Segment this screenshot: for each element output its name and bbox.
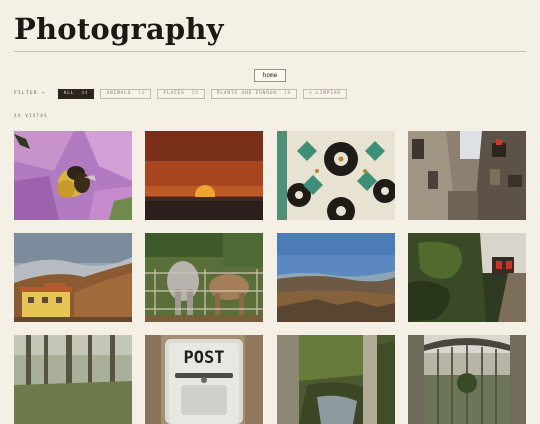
filter-chip-places[interactable]: PLACES 25 bbox=[157, 88, 205, 99]
filter-chip-all[interactable]: ALL 44 bbox=[57, 88, 95, 99]
donkeys-image bbox=[145, 233, 263, 322]
photo-forest-stream[interactable] bbox=[277, 335, 395, 424]
forest-stream-image bbox=[277, 335, 395, 424]
bee-flower-image bbox=[14, 131, 132, 220]
photo-blue-valley[interactable] bbox=[277, 233, 395, 322]
photo-bee-on-flower[interactable] bbox=[14, 131, 132, 220]
ivy-building-image bbox=[408, 233, 526, 322]
filter-chip-count: 44 bbox=[81, 91, 89, 96]
blue-valley-image bbox=[277, 233, 395, 322]
photo-gate-archway[interactable] bbox=[408, 335, 526, 424]
village-street-image bbox=[408, 131, 526, 220]
filter-label: FILTER → bbox=[14, 91, 46, 96]
photo-yellow-house[interactable] bbox=[14, 233, 132, 322]
post-mailbox-image: POST bbox=[145, 335, 263, 424]
photo-tile-mosaic[interactable] bbox=[277, 131, 395, 220]
filter-chip-animals[interactable]: ANIMALS 10 bbox=[100, 88, 152, 99]
tile-mosaic-image bbox=[277, 131, 395, 220]
filter-chip-label: PLANTS AND FUNGUS bbox=[216, 91, 277, 96]
photo-donkeys[interactable] bbox=[145, 233, 263, 322]
photo-ivy-building[interactable] bbox=[408, 233, 526, 322]
gallery-count: 44 VISTAS bbox=[14, 114, 48, 119]
title-divider bbox=[14, 51, 526, 52]
filter-chip-count: 15 bbox=[283, 91, 292, 96]
photo-post-mailbox[interactable]: POST bbox=[145, 335, 263, 424]
filter-chip-count: 25 bbox=[191, 91, 199, 96]
yellow-house-image bbox=[14, 233, 132, 322]
clear-filters-button[interactable]: × LIMPIAR bbox=[303, 88, 347, 99]
filter-chip-label: ALL bbox=[63, 91, 75, 96]
filter-chip-label: ANIMALS bbox=[106, 91, 132, 96]
photo-village-street[interactable] bbox=[408, 131, 526, 220]
sunset-image bbox=[145, 131, 263, 220]
gate-archway-image bbox=[408, 335, 526, 424]
filter-chip-label: × LIMPIAR bbox=[309, 91, 341, 96]
mailbox-lettering: POST bbox=[184, 348, 225, 368]
photo-sunset[interactable] bbox=[145, 131, 263, 220]
photo-bare-forest[interactable] bbox=[14, 335, 132, 424]
filter-chip-plants-and-fungus[interactable]: PLANTS AND FUNGUS 15 bbox=[210, 88, 298, 99]
page-title: Photography bbox=[14, 12, 224, 46]
filter-chip-count: 10 bbox=[138, 91, 146, 96]
photo-grid: POST bbox=[14, 131, 526, 424]
home-button[interactable]: home bbox=[254, 69, 286, 82]
filter-bar: FILTER → ALL 44 ANIMALS 10 PLACES 25 PLA… bbox=[14, 88, 353, 99]
filter-chip-label: PLACES bbox=[163, 91, 185, 96]
bare-forest-image bbox=[14, 335, 132, 424]
